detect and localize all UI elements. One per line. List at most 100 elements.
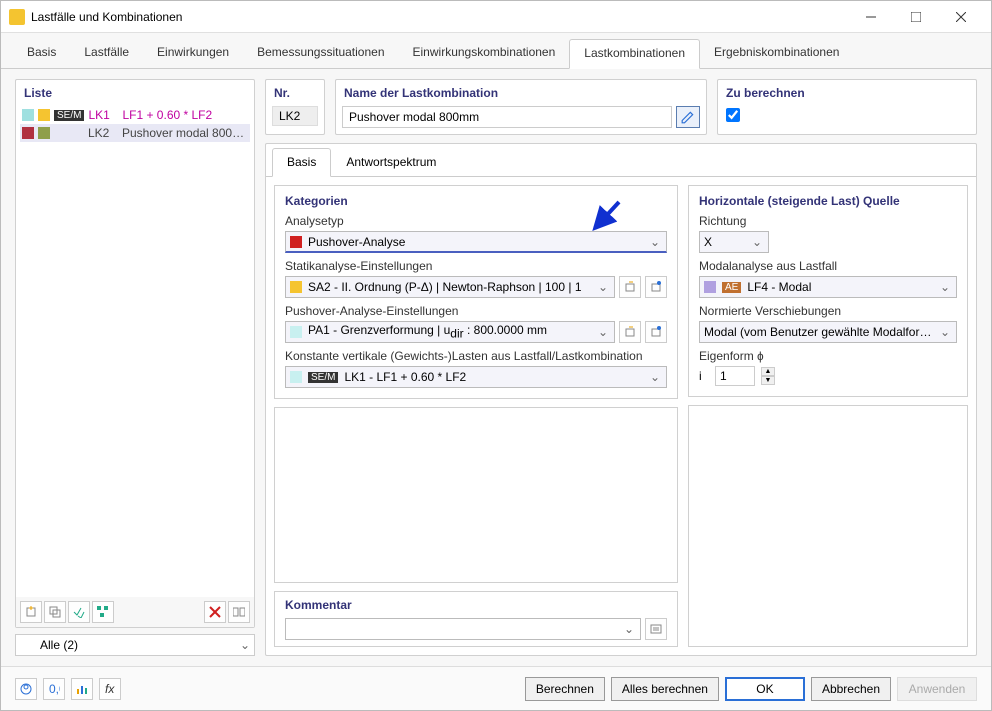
chevron-down-icon: ⌄ [648, 235, 662, 249]
richtung-label: Richtung [699, 214, 957, 228]
spinner-down-icon[interactable]: ▼ [761, 376, 775, 385]
categories-section: Kategorien Analysetyp Pushover-Analyse ⌄ [274, 185, 678, 399]
tab-lastfaelle[interactable]: Lastfälle [70, 39, 143, 68]
ok-button[interactable]: OK [725, 677, 805, 701]
tree-icon[interactable] [92, 601, 114, 623]
list-title: Liste [16, 80, 254, 104]
modal-label: Modalanalyse aus Lastfall [699, 259, 957, 273]
window-title: Lastfälle und Kombinationen [31, 10, 848, 24]
chevron-down-icon: ⌄ [648, 370, 662, 384]
norm-dropdown[interactable]: Modal (vom Benutzer gewählte Modalform) … [699, 321, 957, 343]
pushover-dropdown[interactable]: PA1 - Grenzverformung | udir : 800.0000 … [285, 321, 615, 343]
tab-basis[interactable]: Basis [13, 39, 70, 68]
delete-icon[interactable] [204, 601, 226, 623]
horizontal-section: Horizontale (steigende Last) Quelle Rich… [688, 185, 968, 397]
chevron-down-icon: ⌄ [236, 638, 254, 652]
svg-text:0,0: 0,0 [49, 683, 60, 695]
eigen-input[interactable] [715, 366, 755, 386]
minimize-button[interactable] [848, 2, 893, 32]
new-settings-button[interactable] [619, 276, 641, 298]
swatch-icon [290, 326, 302, 338]
chevron-down-icon: ⌄ [938, 325, 952, 339]
richtung-value: X [704, 235, 744, 249]
edit-name-button[interactable] [676, 106, 700, 128]
sub-tab-antwortspektrum[interactable]: Antwortspektrum [331, 148, 451, 176]
chevron-down-icon: ⌄ [622, 622, 636, 636]
calc-checkbox[interactable] [726, 108, 740, 122]
pushover-value: PA1 - Grenzverformung | udir : 800.0000 … [308, 323, 590, 340]
list-code: LK1 [88, 108, 118, 122]
new-pushover-button[interactable] [619, 321, 641, 343]
function-icon[interactable]: fx [99, 678, 121, 700]
abbrechen-button[interactable]: Abbrechen [811, 677, 891, 701]
units-icon[interactable]: 0,0 [43, 678, 65, 700]
chevron-down-icon: ⌄ [596, 325, 610, 339]
horizontal-title: Horizontale (steigende Last) Quelle [699, 194, 957, 208]
filter-label: Alle (2) [34, 638, 236, 652]
nr-panel: Nr. LK2 [265, 79, 325, 135]
comment-panel: Kommentar ⌄ [274, 591, 678, 647]
edit-pushover-button[interactable] [645, 321, 667, 343]
modal-dropdown[interactable]: AE LF4 - Modal ⌄ [699, 276, 957, 298]
norm-value: Modal (vom Benutzer gewählte Modalform) [704, 325, 932, 339]
list-tag: SE/M [54, 110, 84, 121]
statik-value: SA2 - II. Ordnung (P-Δ) | Newton-Raphson… [308, 280, 590, 294]
list-text: LF1 + 0.60 * LF2 [122, 108, 248, 122]
name-input[interactable] [342, 106, 672, 128]
maximize-button[interactable] [893, 2, 938, 32]
list-code: LK2 [88, 126, 118, 140]
analysetyp-value: Pushover-Analyse [308, 235, 642, 249]
bottom-bar: 0,0 fx Berechnen Alles berechnen OK Abbr… [1, 666, 991, 710]
sub-tabs: Basis Antwortspektrum [266, 144, 976, 177]
svg-text:fx: fx [105, 683, 115, 695]
comment-button[interactable] [645, 618, 667, 640]
calc-title: Zu berechnen [718, 80, 976, 104]
analysetyp-dropdown[interactable]: Pushover-Analyse ⌄ [285, 231, 667, 253]
swatch-icon [22, 127, 34, 139]
empty-panel-right [688, 405, 968, 647]
layout-icon[interactable] [228, 601, 250, 623]
calc-panel: Zu berechnen [717, 79, 977, 135]
help-icon[interactable] [15, 678, 37, 700]
eigen-spinner: i ▲ ▼ [699, 366, 957, 386]
analysetyp-label: Analysetyp [285, 214, 667, 228]
list-item[interactable]: SE/M LK1 LF1 + 0.60 * LF2 [20, 106, 250, 124]
name-panel: Name der Lastkombination [335, 79, 707, 135]
statik-label: Statikanalyse-Einstellungen [285, 259, 667, 273]
tab-lastkombinationen[interactable]: Lastkombinationen [569, 39, 700, 69]
tab-einwirkungskomb[interactable]: Einwirkungskombinationen [399, 39, 570, 68]
check-select-icon[interactable] [68, 601, 90, 623]
comment-dropdown[interactable]: ⌄ [285, 618, 641, 640]
berechnen-button[interactable]: Berechnen [525, 677, 605, 701]
konst-value: LK1 - LF1 + 0.60 * LF2 [344, 370, 641, 384]
konst-dropdown[interactable]: SE/M LK1 - LF1 + 0.60 * LF2 ⌄ [285, 366, 667, 388]
anwenden-button[interactable]: Anwenden [897, 677, 977, 701]
edit-settings-button[interactable] [645, 276, 667, 298]
chart-icon[interactable] [71, 678, 93, 700]
list-text: Pushover modal 800mm [122, 126, 248, 140]
tab-bemessung[interactable]: Bemessungssituationen [243, 39, 398, 68]
new-icon[interactable] [20, 601, 42, 623]
chevron-down-icon: ⌄ [596, 280, 610, 294]
tab-einwirkungen[interactable]: Einwirkungen [143, 39, 243, 68]
chevron-down-icon: ⌄ [938, 280, 952, 294]
tab-ergebniskomb[interactable]: Ergebniskombinationen [700, 39, 853, 68]
list-panel: Liste SE/M LK1 LF1 + 0.60 * LF2 LK2 Push… [15, 79, 255, 628]
eigen-label: Eigenform ɸ [699, 349, 957, 363]
swatch-icon [290, 236, 302, 248]
spinner-up-icon[interactable]: ▲ [761, 367, 775, 376]
sub-tab-basis[interactable]: Basis [272, 148, 331, 177]
nr-title: Nr. [266, 80, 324, 104]
empty-panel [274, 407, 678, 583]
alles-berechnen-button[interactable]: Alles berechnen [611, 677, 719, 701]
filter-dropdown[interactable]: Alle (2) ⌄ [15, 634, 255, 656]
statik-dropdown[interactable]: SA2 - II. Ordnung (P-Δ) | Newton-Raphson… [285, 276, 615, 298]
swatch-icon [22, 109, 34, 121]
categories-title: Kategorien [285, 194, 667, 208]
swatch-icon [290, 281, 302, 293]
richtung-dropdown[interactable]: X ⌄ [699, 231, 769, 253]
close-button[interactable] [938, 2, 983, 32]
chevron-down-icon: ⌄ [750, 235, 764, 249]
copy-icon[interactable] [44, 601, 66, 623]
list-item[interactable]: LK2 Pushover modal 800mm [20, 124, 250, 142]
